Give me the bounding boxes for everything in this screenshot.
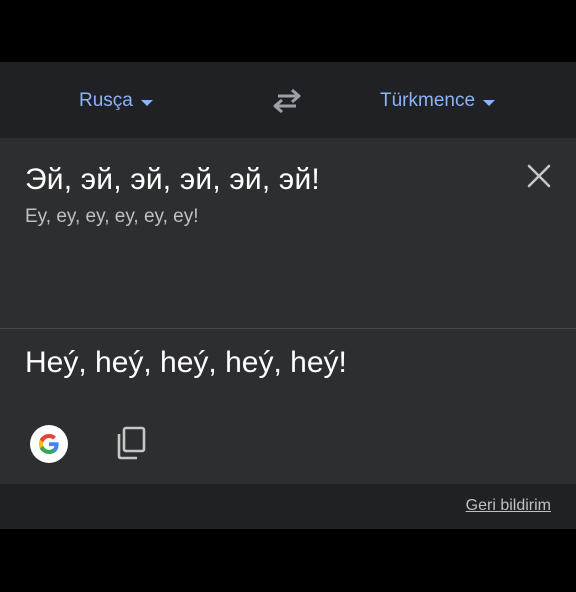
target-language-selector[interactable]: Türkmence	[380, 89, 496, 113]
swap-languages-button[interactable]	[270, 88, 304, 114]
google-g-icon	[30, 425, 68, 463]
close-icon	[527, 164, 551, 188]
translation-text: Heý, heý, heý, heý, heý!	[25, 346, 347, 379]
language-bar: Rusça Türkmence	[0, 62, 576, 138]
source-language-label: Rusça	[79, 90, 133, 111]
source-text[interactable]: Эй, эй, эй, эй, эй, эй!	[25, 163, 320, 197]
swap-arrows-icon	[273, 88, 301, 114]
copy-translation-button[interactable]	[113, 425, 149, 461]
footer-bar: Geri bildirim	[0, 484, 576, 529]
source-transliteration: Ey, ey, ey, ey, ey, ey!	[25, 206, 199, 227]
dropdown-caret-icon	[140, 99, 153, 106]
source-language-selector[interactable]: Rusça	[79, 89, 153, 113]
feedback-link[interactable]: Geri bildirim	[466, 497, 551, 515]
dropdown-caret-icon	[483, 99, 496, 106]
google-search-button[interactable]	[30, 425, 68, 463]
source-panel: Эй, эй, эй, эй, эй, эй! Ey, ey, ey, ey, …	[0, 138, 576, 384]
clear-input-button[interactable]	[526, 163, 552, 189]
copy-icon	[117, 426, 146, 460]
translation-panel: Heý, heý, heý, heý, heý!	[0, 329, 576, 484]
translate-app: Rusça Türkmence Эй, эй, эй, эй, эй, эй! …	[0, 62, 576, 529]
target-language-label: Türkmence	[380, 90, 476, 111]
